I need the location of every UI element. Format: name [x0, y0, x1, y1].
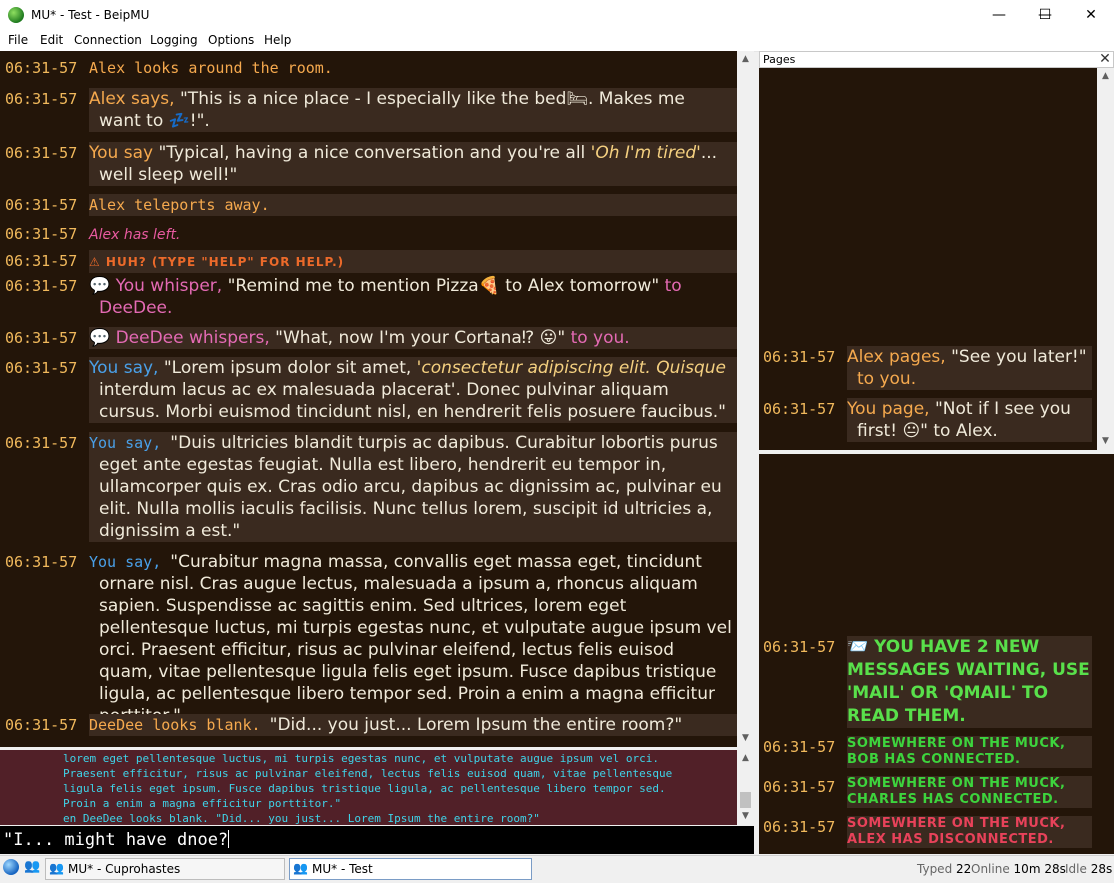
- message-text: You say "Typical, having a nice conversa…: [89, 142, 737, 186]
- pages-output-top[interactable]: 06:31-57 Alex pages, "See you later!" to y…: [759, 68, 1097, 450]
- online-status: Online 10m 28s: [971, 862, 1066, 876]
- timestamp: 06:31-57: [763, 818, 836, 836]
- idle-status: Idle 28s: [1065, 862, 1113, 876]
- timestamp: 06:31-57: [5, 329, 78, 347]
- menu-logging[interactable]: Logging: [150, 33, 198, 47]
- text-caret: [228, 830, 230, 848]
- message-text: 💬 DeeDee whispers, "What, now I'm your C…: [89, 327, 737, 349]
- timestamp: 06:31-57: [763, 638, 836, 656]
- notification-message: SOMEWHERE ON THE MUCK, CHARLES HAS CONNE…: [847, 776, 1092, 808]
- timestamp: 06:31-57: [5, 359, 78, 377]
- menu-connection[interactable]: Connection: [74, 33, 142, 47]
- page-message: Alex pages, "See you later!" to you.: [847, 346, 1092, 390]
- scroll-up-arrow[interactable]: ▲: [737, 51, 754, 68]
- timestamp: 06:31-57: [763, 738, 836, 756]
- scrollback-scrollbar[interactable]: ▲ ▼: [737, 750, 754, 825]
- message-text: Alex has left.: [89, 227, 181, 243]
- notification-message: 📨 YOU HAVE 2 NEW MESSAGES WAITING, USE '…: [847, 636, 1092, 728]
- pages-label: Pages: [759, 51, 1114, 68]
- typed-status: Typed 22: [917, 862, 972, 876]
- scroll-thumb[interactable]: [740, 792, 751, 808]
- minimize-button[interactable]: —: [976, 0, 1022, 31]
- app-icon: [8, 7, 24, 23]
- tab-test[interactable]: MU* - Test: [289, 858, 532, 880]
- scrollback-text: lorem eget pellentesque luctus, mi turpi…: [63, 752, 673, 825]
- window-title: MU* - Test - BeipMU: [31, 8, 150, 22]
- timestamp: 06:31-57: [5, 434, 78, 452]
- message-text: 💬 You whisper, "Remind me to mention Piz…: [89, 276, 682, 318]
- message-text: Alex looks around the room.: [89, 59, 333, 77]
- scroll-up-arrow[interactable]: ▲: [737, 750, 754, 767]
- timestamp: 06:31-57: [5, 90, 78, 108]
- scroll-down-arrow[interactable]: ▼: [1097, 433, 1114, 450]
- users-icon: 👥: [293, 861, 308, 875]
- notification-message: SOMEWHERE ON THE MUCK, BOB HAS CONNECTED…: [847, 736, 1092, 768]
- menu-edit[interactable]: Edit: [40, 33, 63, 47]
- command-input[interactable]: "I... might have dnoe?: [0, 826, 754, 854]
- scroll-down-arrow[interactable]: ▼: [737, 730, 754, 747]
- globe-icon[interactable]: [3, 859, 19, 875]
- notification-message: SOMEWHERE ON THE MUCK, ALEX HAS DISCONNE…: [847, 816, 1092, 848]
- users-icon[interactable]: 👥: [24, 859, 40, 875]
- scroll-down-arrow[interactable]: ▼: [737, 808, 754, 825]
- message-text: Alex says, "This is a nice place - I esp…: [89, 88, 737, 132]
- message-text: Alex teleports away.: [89, 194, 737, 216]
- message-text: You say, "Duis ultricies blandit turpis …: [89, 432, 737, 542]
- timestamp: 06:31-57: [763, 778, 836, 796]
- message-text: DeeDee looks blank. "Did... you just... …: [89, 714, 737, 736]
- timestamp: 06:31-57: [5, 59, 78, 77]
- timestamp: 06:31-57: [5, 144, 78, 162]
- page-message: You page, "Not if I see you first! 😐" to …: [847, 398, 1092, 442]
- menu-help[interactable]: Help: [264, 33, 291, 47]
- message-text: ⚠ HUH? (TYPE "HELP" FOR HELP.): [89, 250, 737, 273]
- timestamp: 06:31-57: [5, 277, 78, 295]
- scrollback-pane[interactable]: lorem eget pellentesque luctus, mi turpi…: [0, 750, 754, 825]
- main-output[interactable]: 06:31-57 Alex looks around the room. 06:31…: [0, 51, 737, 747]
- timestamp: 06:31-57: [763, 400, 836, 418]
- timestamp: 06:31-57: [5, 553, 78, 571]
- pages-output-bottom[interactable]: 06:31-57 📨 YOU HAVE 2 NEW MESSAGES WAITIN…: [759, 454, 1114, 854]
- command-input-text: "I... might have dnoe?: [3, 830, 229, 850]
- main-scrollbar[interactable]: ▲ ▼: [737, 51, 754, 747]
- users-icon: 👥: [49, 861, 64, 875]
- timestamp: 06:31-57: [5, 716, 78, 734]
- timestamp: 06:31-57: [5, 252, 78, 270]
- timestamp: 06:31-57: [763, 348, 836, 366]
- menu-file[interactable]: File: [8, 33, 28, 47]
- pages-close-icon[interactable]: ✕: [1097, 52, 1113, 68]
- maximize-button[interactable]: ☐: [1022, 0, 1068, 31]
- status-bar: 👥 MU* - Cuprohastes MU* - Test 👥 👥 Typed…: [0, 855, 1114, 883]
- pages-top-scrollbar[interactable]: ▲ ▼: [1097, 68, 1114, 450]
- menu-bar: File Edit Connection Logging Options Hel…: [0, 31, 1114, 52]
- timestamp: 06:31-57: [5, 196, 78, 214]
- title-bar: MU* - Test - BeipMU —: [0, 0, 1114, 31]
- message-text: You say, "Curabitur magna massa, convall…: [89, 552, 732, 726]
- timestamp: 06:31-57: [5, 225, 78, 243]
- menu-options[interactable]: Options: [208, 33, 254, 47]
- scroll-up-arrow[interactable]: ▲: [1097, 68, 1114, 85]
- tab-cuprohastes[interactable]: MU* - Cuprohastes: [45, 858, 285, 880]
- message-text: You say, "Lorem ipsum dolor sit amet, 'c…: [89, 357, 737, 423]
- close-button[interactable]: ✕: [1068, 0, 1114, 31]
